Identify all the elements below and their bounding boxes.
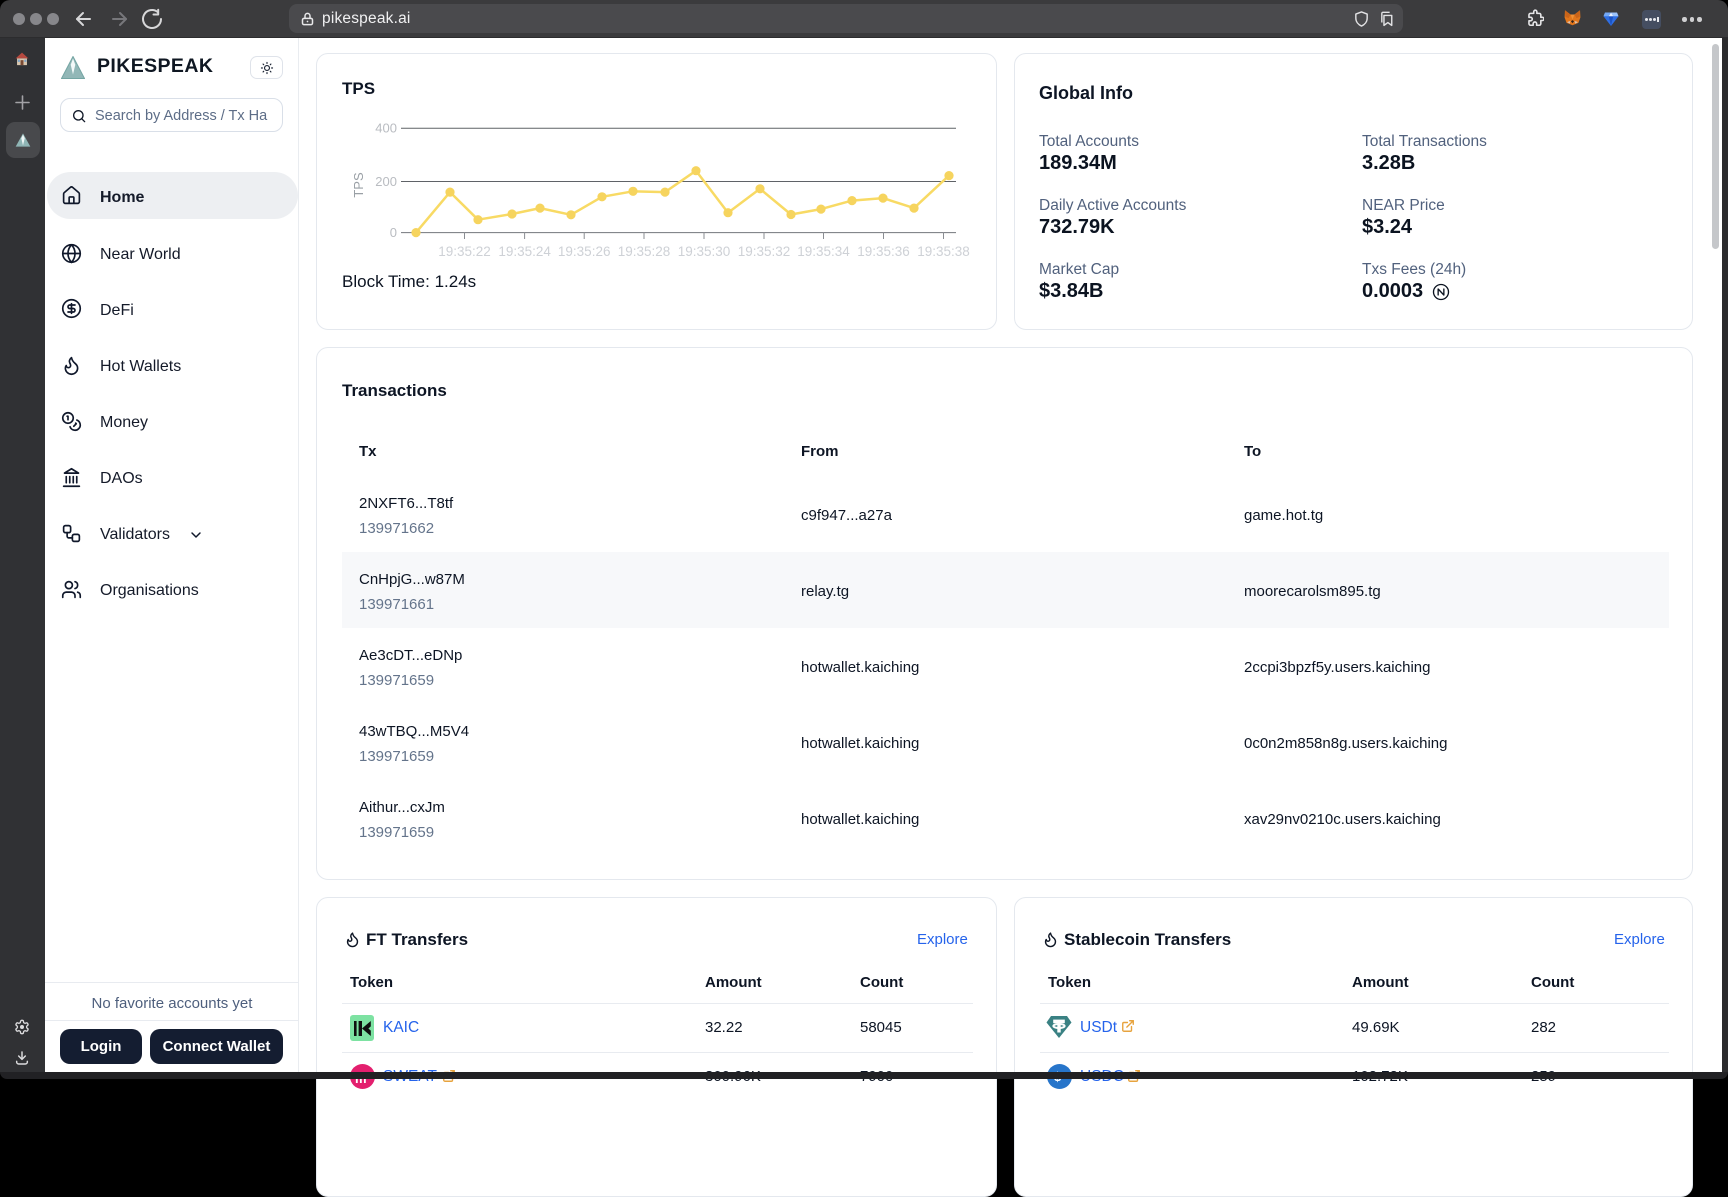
svg-text:19:35:36: 19:35:36 bbox=[857, 244, 910, 259]
svg-text:200: 200 bbox=[375, 174, 397, 189]
svg-text:19:35:26: 19:35:26 bbox=[558, 244, 611, 259]
svg-text:19:35:38: 19:35:38 bbox=[917, 244, 970, 259]
svg-text:19:35:34: 19:35:34 bbox=[797, 244, 850, 259]
svg-text:19:35:32: 19:35:32 bbox=[738, 244, 791, 259]
svg-text:400: 400 bbox=[375, 121, 397, 136]
svg-text:19:35:30: 19:35:30 bbox=[678, 244, 731, 259]
svg-text:19:35:28: 19:35:28 bbox=[618, 244, 671, 259]
svg-text:19:35:22: 19:35:22 bbox=[438, 244, 491, 259]
svg-text:19:35:24: 19:35:24 bbox=[498, 244, 551, 259]
svg-text:0: 0 bbox=[390, 225, 397, 240]
svg-text:TPS: TPS bbox=[351, 172, 366, 198]
